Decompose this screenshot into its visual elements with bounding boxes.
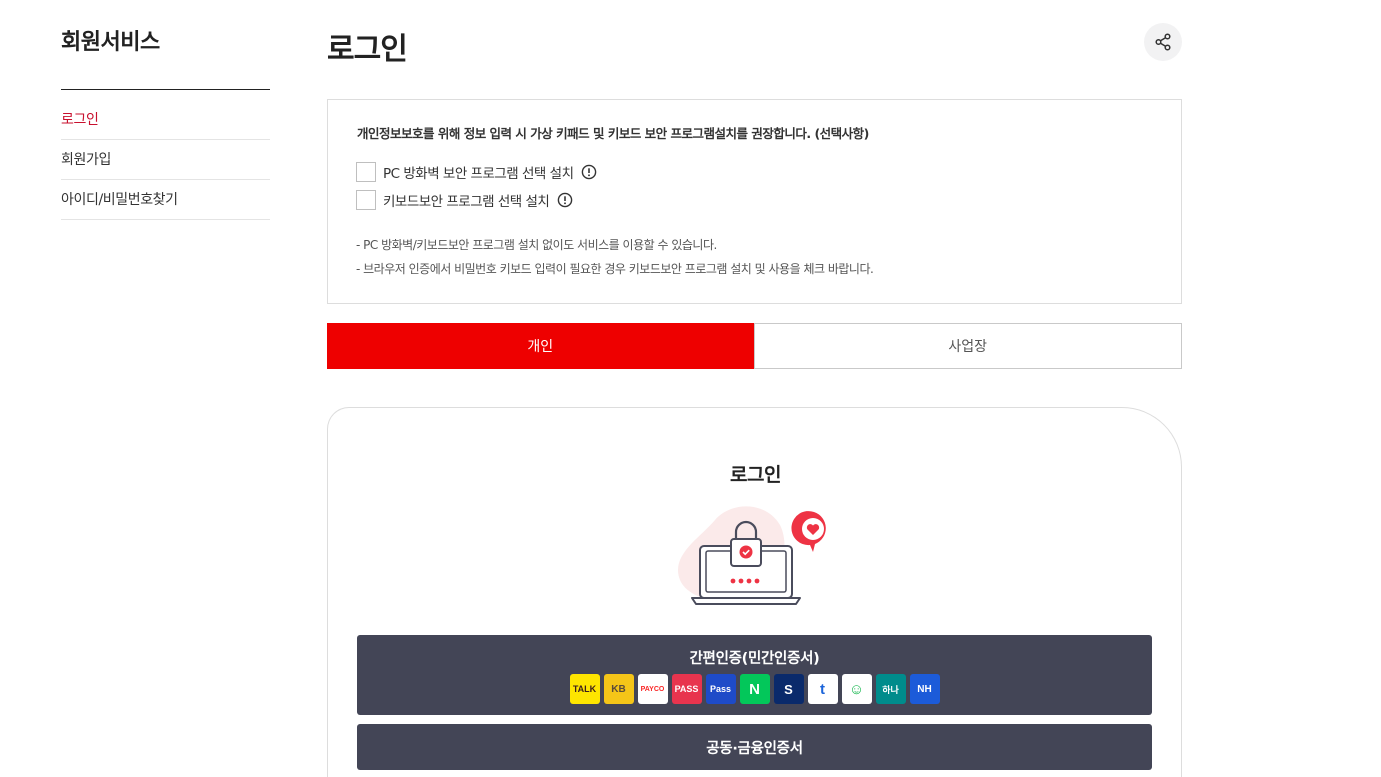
security-notes: - PC 방화벽/키보드보안 프로그램 설치 없이도 서비스를 이용할 수 있습…	[356, 233, 874, 281]
simple-auth-label: 간편인증(민간인증서)	[689, 651, 820, 667]
pass-icon[interactable]: PASS	[671, 674, 702, 704]
login-card: 로그인 간편인증(민간인증서) TALK KB PAYCO PASS Pass N St ☺ 하…	[327, 407, 1182, 777]
login-card-title: 로그인	[730, 464, 781, 486]
security-notice-heading: 개인정보보호를 위해 정보 입력 시 가상 키패드 및 키보드 보안 프로그램설…	[357, 126, 869, 141]
page-title: 로그인	[327, 32, 408, 67]
sidebar-item-find-id-password[interactable]: 아이디/비밀번호찾기	[61, 180, 270, 220]
toss-icon[interactable]: t	[807, 674, 838, 704]
firewall-install-label[interactable]: PC 방화벽 보안 프로그램 선택 설치	[383, 162, 574, 182]
tab-business[interactable]: 사업장	[753, 323, 1182, 369]
sidebar-divider	[61, 89, 270, 90]
nh-icon[interactable]: NH	[909, 674, 940, 704]
sidebar-item-login[interactable]: 로그인	[61, 100, 270, 140]
security-note: - 브라우저 인증에서 비밀번호 키보드 입력이 필요한 경우 키보드보안 프로…	[356, 262, 874, 276]
simple-auth-button[interactable]: 간편인증(민간인증서) TALK KB PAYCO PASS Pass N St ☺ 하나 NH	[357, 635, 1152, 715]
banksalad-icon[interactable]: ☺	[841, 674, 872, 704]
naver-icon[interactable]: N	[739, 674, 770, 704]
samsung-pass-icon[interactable]: Pass	[705, 674, 736, 704]
simple-auth-provider-list: TALK KB PAYCO PASS Pass N St ☺ 하나 NH	[357, 674, 1152, 704]
tab-personal[interactable]: 개인	[327, 323, 754, 369]
sidebar-item-signup[interactable]: 회원가입	[61, 140, 270, 180]
security-note: - PC 방화벽/키보드보안 프로그램 설치 없이도 서비스를 이용할 수 있습…	[356, 238, 717, 252]
shinhan-icon[interactable]: S	[773, 674, 804, 704]
payco-icon[interactable]: PAYCO	[637, 674, 668, 704]
member-type-tabs: 개인 사업장	[327, 323, 1182, 369]
info-icon[interactable]	[581, 164, 597, 180]
kb-icon[interactable]: KB	[603, 674, 634, 704]
firewall-install-checkbox[interactable]	[356, 162, 376, 182]
sidebar-title: 회원서비스	[61, 30, 160, 55]
keyboard-security-option-row: 키보드보안 프로그램 선택 설치	[356, 190, 573, 210]
info-icon[interactable]	[557, 192, 573, 208]
share-button[interactable]	[1144, 23, 1182, 61]
hana-icon[interactable]: 하나	[875, 674, 906, 704]
kakao-icon[interactable]: TALK	[569, 674, 600, 704]
keyboard-security-label[interactable]: 키보드보안 프로그램 선택 설치	[383, 190, 550, 210]
keyboard-security-checkbox[interactable]	[356, 190, 376, 210]
secure-laptop-illustration	[678, 506, 826, 605]
joint-financial-cert-button[interactable]: 공동·금융인증서	[357, 724, 1152, 770]
security-notice-box: 개인정보보호를 위해 정보 입력 시 가상 키패드 및 키보드 보안 프로그램설…	[327, 99, 1182, 304]
firewall-option-row: PC 방화벽 보안 프로그램 선택 설치	[356, 162, 597, 182]
sidebar-menu: 로그인 회원가입 아이디/비밀번호찾기	[61, 100, 270, 220]
share-icon	[1155, 33, 1171, 51]
